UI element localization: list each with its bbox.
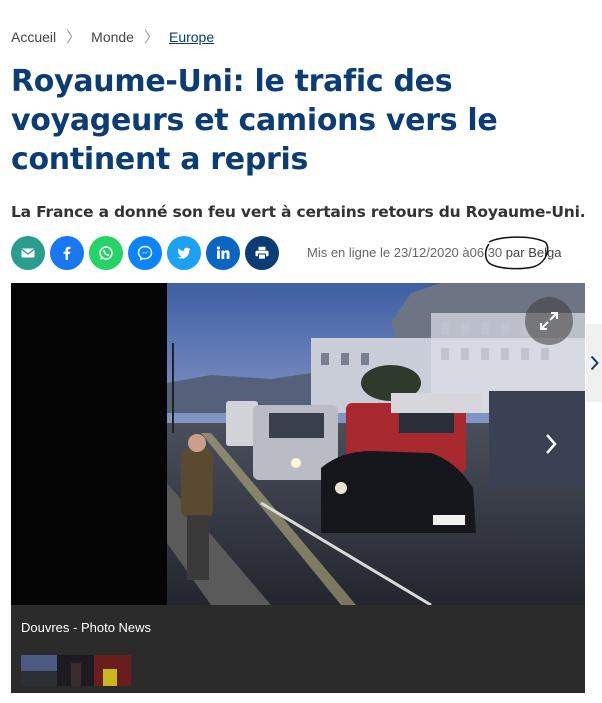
breadcrumb-home[interactable]: Accueil bbox=[11, 29, 56, 45]
messenger-icon bbox=[137, 245, 153, 261]
whatsapp-icon bbox=[99, 246, 113, 260]
traffic-photo-image bbox=[11, 283, 585, 605]
breadcrumb-europe[interactable]: Europe bbox=[169, 29, 214, 45]
next-photo-button[interactable] bbox=[536, 424, 566, 464]
thumbnail-image bbox=[21, 655, 131, 686]
breadcrumb: Accueil 〉 Monde 〉 Europe bbox=[11, 26, 214, 47]
twitter-icon bbox=[177, 247, 191, 259]
chevron-right-icon bbox=[546, 434, 557, 454]
gallery-thumbnail[interactable] bbox=[21, 655, 131, 686]
fullscreen-button[interactable] bbox=[525, 297, 573, 345]
share-bar bbox=[11, 236, 279, 270]
photo-caption: Douvres - Photo News bbox=[21, 620, 152, 635]
publication-time: 06:30 bbox=[469, 245, 503, 260]
print-button[interactable] bbox=[245, 236, 279, 270]
expand-icon bbox=[540, 312, 558, 330]
mail-icon bbox=[21, 248, 35, 258]
print-icon bbox=[255, 246, 269, 260]
share-linkedin-button[interactable] bbox=[206, 236, 240, 270]
article-title: Royaume-Uni: le trafic des voyageurs et … bbox=[11, 64, 498, 177]
share-mail-button[interactable] bbox=[11, 236, 45, 270]
photo-gallery: Douvres - Photo News bbox=[11, 283, 585, 693]
share-whatsapp-button[interactable] bbox=[89, 236, 123, 270]
article-subtitle: La France a donné son feu vert à certain… bbox=[11, 203, 586, 221]
publication-date: Mis en ligne le 23/12/2020 à bbox=[307, 245, 470, 260]
share-twitter-button[interactable] bbox=[167, 236, 201, 270]
linkedin-icon bbox=[216, 246, 230, 259]
breadcrumb-world[interactable]: Monde bbox=[91, 29, 134, 45]
facebook-icon bbox=[63, 246, 71, 260]
article-author: par Belga bbox=[505, 245, 562, 260]
chevron-right-icon: 〉 bbox=[143, 29, 159, 46]
share-facebook-button[interactable] bbox=[50, 236, 84, 270]
next-article-arrow[interactable] bbox=[586, 324, 602, 402]
gallery-photo[interactable] bbox=[11, 283, 585, 605]
share-messenger-button[interactable] bbox=[128, 236, 162, 270]
publication-meta: Mis en ligne le 23/12/2020 à06:30 par Be… bbox=[307, 245, 561, 260]
chevron-right-icon bbox=[590, 355, 599, 371]
chevron-right-icon: 〉 bbox=[66, 29, 82, 46]
